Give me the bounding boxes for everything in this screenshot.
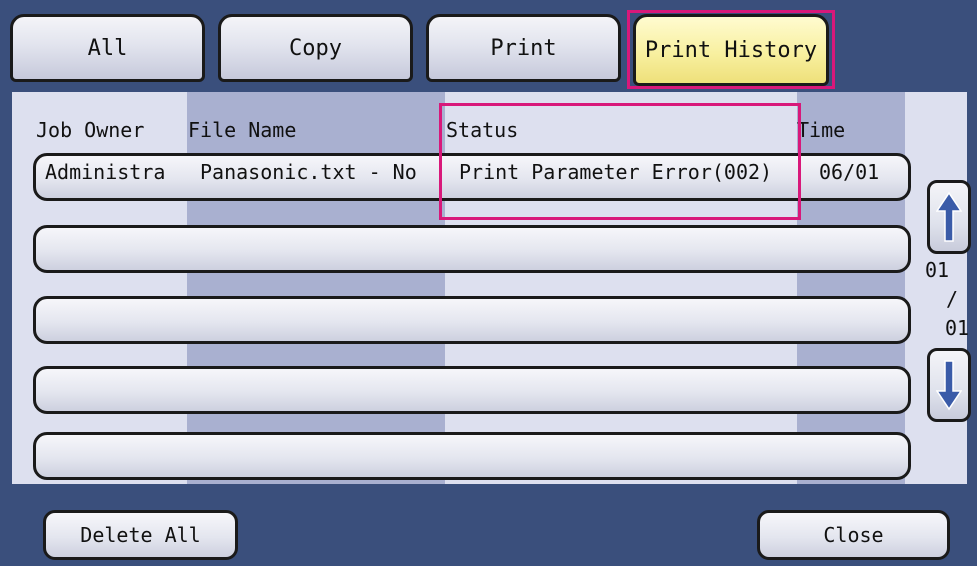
page-total: 01: [945, 316, 970, 340]
job-time-cell: 06/01: [819, 160, 880, 184]
empty-job-row[interactable]: [33, 296, 911, 344]
job-status-cell: Print Parameter Error(002): [459, 160, 773, 184]
column-header-status: Status: [446, 118, 519, 142]
page-current: 01: [925, 258, 950, 282]
scroll-down-button[interactable]: [927, 348, 971, 422]
tab-print-history[interactable]: Print History: [633, 14, 829, 86]
column-header-file-name: File Name: [188, 118, 297, 142]
tab-copy[interactable]: Copy: [218, 14, 413, 82]
arrow-down-icon: [936, 360, 962, 411]
delete-all-button[interactable]: Delete All: [43, 510, 238, 560]
empty-job-row[interactable]: [33, 225, 911, 273]
file-name-column-stripe: [187, 92, 445, 484]
column-header-job-owner: Job Owner: [36, 118, 145, 142]
tab-print[interactable]: Print: [426, 14, 621, 82]
empty-job-row[interactable]: [33, 432, 911, 480]
tab-all[interactable]: All: [10, 14, 205, 82]
job-file-name-cell: Panasonic.txt - No: [200, 160, 417, 184]
column-header-time: Time: [797, 118, 846, 142]
close-button[interactable]: Close: [757, 510, 950, 560]
arrow-up-icon: [936, 191, 962, 242]
scroll-up-button[interactable]: [927, 180, 971, 254]
time-column-stripe: [797, 92, 905, 484]
print-history-screen: All Copy Print Print History Job Owner F…: [0, 0, 977, 566]
empty-job-row[interactable]: [33, 366, 911, 414]
job-owner-cell: Administra: [45, 160, 166, 184]
page-separator: /: [946, 287, 959, 311]
